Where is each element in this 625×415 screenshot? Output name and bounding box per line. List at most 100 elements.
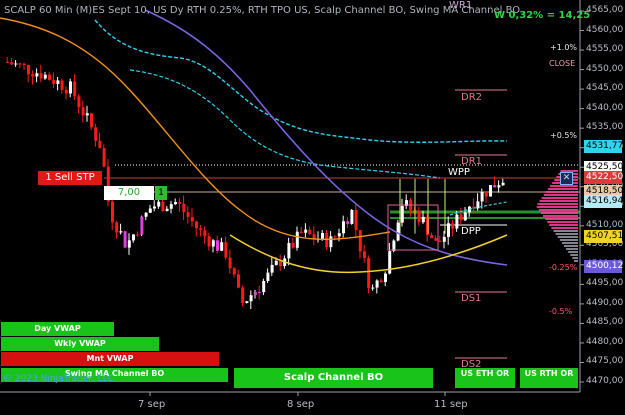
candle [186,206,190,224]
price-tag: 4516,94 [584,195,624,208]
candle [367,255,371,294]
copyright-text: © 2023 NinjaTrader, LLC [3,374,114,384]
candle [85,105,89,122]
candle [501,178,505,187]
order-qty-badge[interactable]: 1 [155,186,167,200]
candle [468,205,471,217]
candle [405,194,408,209]
us-eth-or-button[interactable]: US ETH OR [455,368,515,388]
candle [216,235,219,254]
candle [266,268,270,283]
candle [48,71,51,81]
candle [245,301,249,304]
candle [447,216,450,245]
candle [363,244,366,263]
candle [39,64,43,83]
candle [153,200,156,212]
y-axis-label: 4555,00 [586,44,624,55]
candle [358,230,362,259]
candle [232,266,236,278]
candle [77,94,81,114]
candle [18,62,22,69]
candle [73,74,77,101]
y-axis-label: 4470,00 [586,376,624,386]
candle [60,78,64,94]
candle [43,71,47,80]
candle [396,219,400,242]
candle [169,200,173,214]
candle [262,278,266,296]
candle [144,212,148,221]
candle [190,208,194,227]
candle [241,285,245,307]
us-rth-or-button[interactable]: US RTH OR [520,368,578,388]
candle [497,180,501,193]
candle [52,72,56,88]
candle [489,185,492,197]
scalp-channel-bo-button[interactable]: Scalp Channel BO [234,368,433,388]
candle [182,195,186,220]
order-price-field[interactable]: 7,00 [104,186,154,200]
candle [455,210,459,232]
candle [115,220,119,239]
candle [354,204,358,239]
pnl-readout: W 0,32% = 14,25 [494,10,591,21]
candle [64,86,68,100]
level-dpp: DPP [461,226,481,237]
candle [148,204,152,213]
candle [371,284,375,291]
pct-label-minus-05: -0.5% [549,307,573,316]
candle [94,123,98,147]
candle [123,230,127,249]
candle [434,235,438,241]
candle [35,68,39,83]
candle [22,62,26,70]
candle [417,206,421,226]
candle [253,289,257,299]
candle [459,207,463,226]
candle [312,226,316,246]
candle [224,236,228,260]
candle [119,223,123,235]
candle [430,232,434,239]
wkly-vwap-button[interactable]: Wkly VWAP [1,337,159,351]
candle [308,226,312,235]
candle [409,198,413,217]
candle [195,220,198,237]
pct-label-close: CLOSE [549,59,576,68]
price-tag: 4500,12 [584,260,624,273]
candle [342,215,345,238]
candle [484,191,488,203]
day-vwap-button[interactable]: Day VWAP [1,322,114,336]
y-axis-label: 4550,00 [586,63,624,74]
y-axis-label: 4545,00 [586,83,624,94]
candle [102,144,106,168]
x-label-11sep: 11 sep [434,399,468,410]
pct-label-plus-1: +1.0% [550,43,578,52]
y-axis-label: 4510,00 [586,219,624,230]
y-axis-label: 4560,00 [586,24,624,35]
candle [165,206,169,212]
candle [258,285,261,300]
candle [438,235,442,242]
close-order-icon[interactable]: ✕ [560,172,573,185]
level-dr1: DR1 [461,156,483,167]
candle [270,256,274,276]
candle [27,64,30,83]
candle [127,233,131,255]
candle [178,197,182,212]
candle [174,198,177,206]
candle [325,229,329,251]
sell-stop-order-button[interactable]: 1 Sell STP [38,171,102,185]
mnt-vwap-button[interactable]: Mnt VWAP [1,352,219,366]
candle [379,278,383,283]
y-axis-label: 4565,00 [586,5,624,15]
candle [237,269,240,289]
candle [14,59,18,67]
level-wpp: WPP [448,167,470,178]
candle [329,231,333,252]
price-tag: 4522,50 [584,171,624,184]
y-axis-label: 4480,00 [586,336,624,347]
pct-label-plus-05: +0.5% [550,131,578,140]
candle [90,113,93,131]
